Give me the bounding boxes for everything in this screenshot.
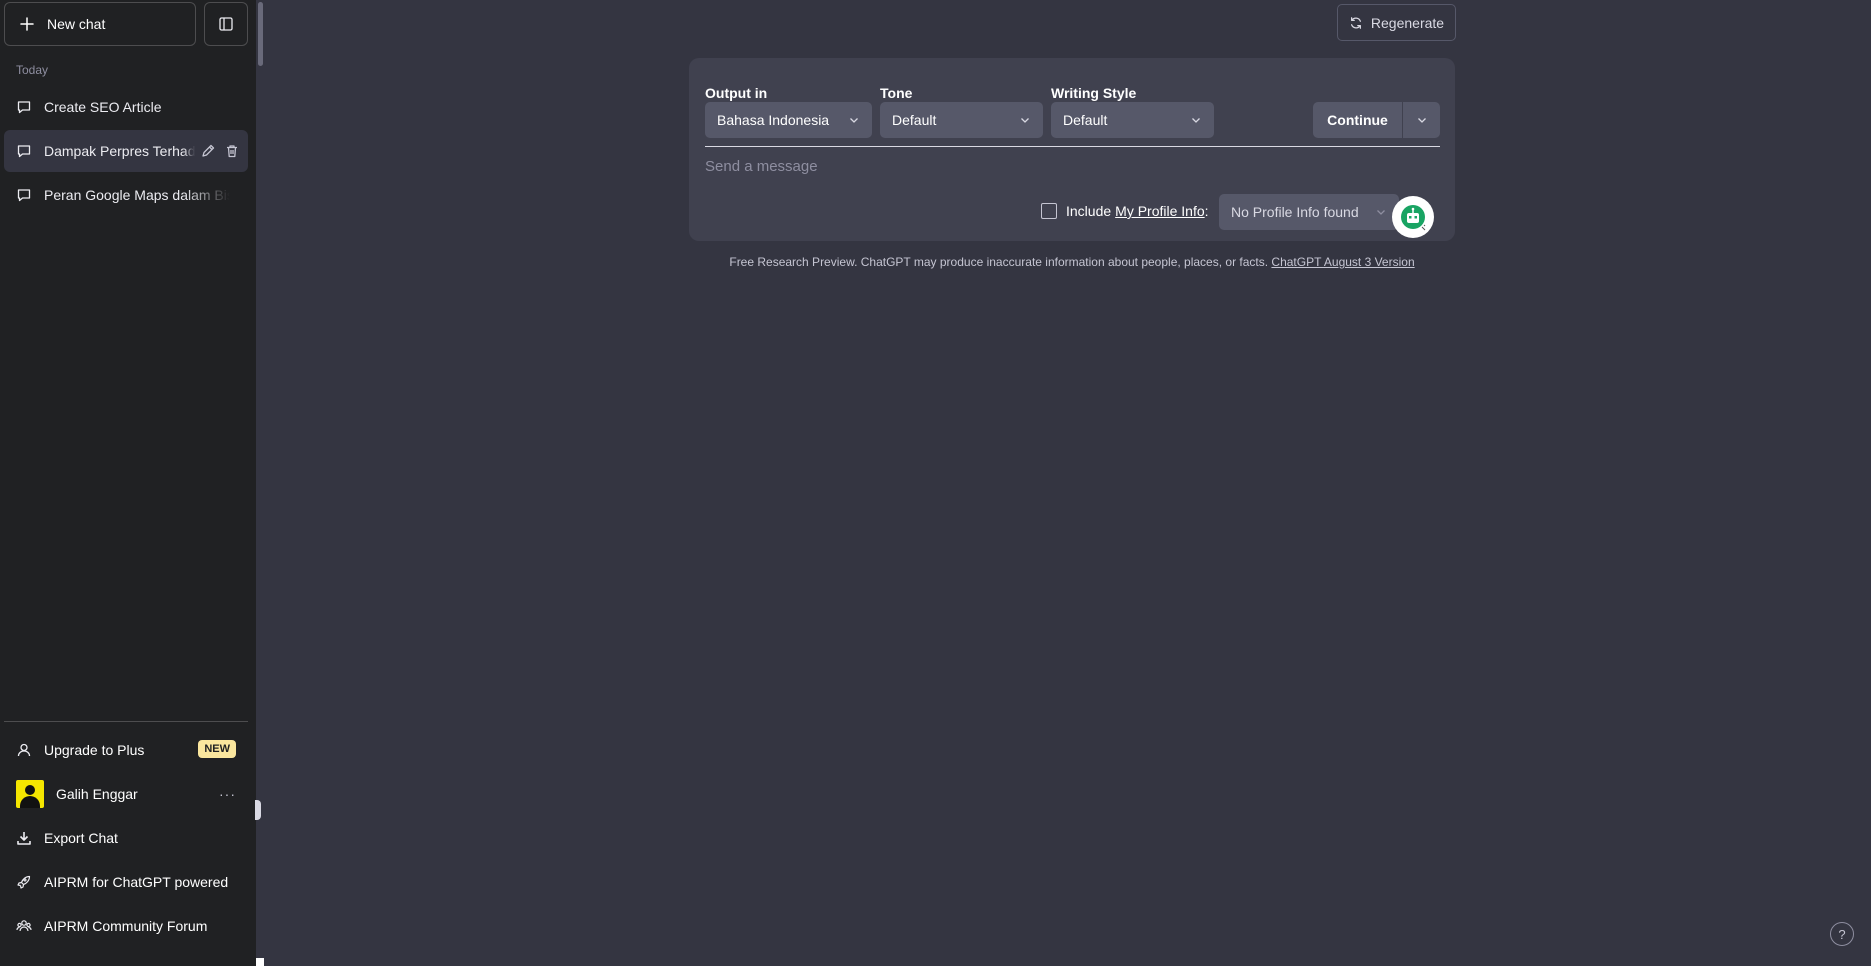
aiprm-forum-label: AIPRM Community Forum bbox=[44, 918, 208, 934]
more-options-icon[interactable]: ··· bbox=[219, 786, 236, 802]
download-icon bbox=[16, 830, 32, 846]
continue-button-group: Continue bbox=[1313, 102, 1440, 138]
sidebar: New chat Today Create SEO Article Dampak… bbox=[0, 0, 256, 966]
plus-icon bbox=[19, 16, 35, 32]
output-language-select[interactable]: Bahasa Indonesia bbox=[705, 102, 872, 138]
scroll-marker bbox=[256, 958, 264, 966]
prompt-panel: Output in Bahasa Indonesia Tone Default … bbox=[689, 58, 1455, 241]
aiprm-powered-link[interactable]: AIPRM for ChatGPT powered bbox=[4, 860, 248, 904]
writing-style-select[interactable]: Default bbox=[1051, 102, 1214, 138]
continue-button[interactable]: Continue bbox=[1313, 102, 1403, 138]
include-label: Include bbox=[1066, 203, 1112, 219]
edit-icon[interactable] bbox=[200, 143, 216, 159]
refresh-icon bbox=[1349, 16, 1363, 30]
rocket-icon bbox=[16, 874, 32, 890]
message-icon bbox=[16, 187, 32, 203]
aiprm-bot-button[interactable] bbox=[1392, 196, 1434, 238]
section-label-today: Today bbox=[16, 63, 49, 77]
profile-info-select[interactable]: No Profile Info found bbox=[1219, 194, 1399, 230]
trash-icon[interactable] bbox=[224, 143, 240, 159]
sidebar-bottom: Upgrade to Plus NEW Galih Enggar ··· Exp… bbox=[4, 721, 248, 948]
message-icon bbox=[16, 143, 32, 159]
version-link[interactable]: ChatGPT August 3 Version bbox=[1271, 255, 1414, 269]
sidebar-scrollbar[interactable] bbox=[258, 2, 263, 66]
community-icon bbox=[16, 918, 32, 934]
user-menu-button[interactable]: Galih Enggar ··· bbox=[4, 772, 248, 816]
help-button[interactable]: ? bbox=[1830, 922, 1854, 946]
tone-select[interactable]: Default bbox=[880, 102, 1043, 138]
export-chat-label: Export Chat bbox=[44, 830, 118, 846]
export-chat-button[interactable]: Export Chat bbox=[4, 816, 248, 860]
chevron-down-icon bbox=[1190, 114, 1202, 126]
chat-item-active[interactable]: Dampak Perpres Terhadap bbox=[4, 130, 248, 172]
profile-info-value: No Profile Info found bbox=[1231, 204, 1359, 220]
tone-value: Default bbox=[892, 112, 937, 128]
new-chat-button[interactable]: New chat bbox=[4, 2, 196, 46]
chat-item[interactable]: Create SEO Article bbox=[4, 86, 248, 128]
my-profile-info-link[interactable]: My Profile Info bbox=[1115, 203, 1204, 219]
regenerate-label: Regenerate bbox=[1370, 14, 1445, 31]
chevron-down-icon bbox=[1416, 114, 1428, 126]
chat-list: Create SEO Article Dampak Perpres Terhad… bbox=[4, 86, 248, 218]
writing-style-value: Default bbox=[1063, 112, 1108, 128]
robot-icon bbox=[1398, 202, 1428, 232]
avatar bbox=[16, 780, 44, 808]
sidebar-toggle-button[interactable] bbox=[204, 2, 248, 46]
upgrade-to-plus-button[interactable]: Upgrade to Plus NEW bbox=[4, 728, 248, 772]
chat-title: Create SEO Article bbox=[44, 99, 162, 115]
colon-text: : bbox=[1204, 203, 1209, 219]
tone-label: Tone bbox=[880, 85, 913, 101]
panel-divider bbox=[705, 146, 1440, 147]
aiprm-powered-label: AIPRM for ChatGPT powered bbox=[44, 874, 229, 890]
continue-dropdown-button[interactable] bbox=[1403, 102, 1440, 138]
output-in-label: Output in bbox=[705, 85, 768, 101]
chat-title: Peran Google Maps dalam Bisnis bbox=[44, 187, 230, 203]
include-profile-checkbox[interactable] bbox=[1041, 203, 1057, 219]
regenerate-button[interactable]: Regenerate bbox=[1337, 4, 1456, 41]
output-language-value: Bahasa Indonesia bbox=[717, 112, 830, 128]
sidebar-top: New chat bbox=[4, 2, 248, 46]
message-icon bbox=[16, 99, 32, 115]
chat-actions bbox=[184, 130, 240, 172]
aiprm-community-forum-link[interactable]: AIPRM Community Forum bbox=[4, 904, 248, 948]
chevron-down-icon bbox=[1375, 206, 1387, 218]
writing-style-label: Writing Style bbox=[1051, 85, 1137, 101]
footer-disclaimer: Free Research Preview. ChatGPT may produ… bbox=[689, 255, 1455, 269]
upgrade-label: Upgrade to Plus bbox=[44, 742, 145, 758]
chevron-down-icon bbox=[848, 114, 860, 126]
new-badge: NEW bbox=[198, 740, 236, 758]
message-input[interactable] bbox=[705, 154, 1425, 178]
chat-item[interactable]: Peran Google Maps dalam Bisnis bbox=[4, 174, 248, 216]
sidebar-panel-icon bbox=[218, 16, 234, 32]
new-chat-label: New chat bbox=[47, 16, 106, 32]
user-name: Galih Enggar bbox=[56, 786, 138, 802]
footer-text: Free Research Preview. ChatGPT may produ… bbox=[729, 255, 1272, 269]
sidebar-collapse-handle[interactable] bbox=[255, 800, 261, 820]
include-profile-row: Include My Profile Info : bbox=[1041, 195, 1209, 227]
chevron-down-icon bbox=[1019, 114, 1031, 126]
user-icon bbox=[16, 742, 32, 758]
